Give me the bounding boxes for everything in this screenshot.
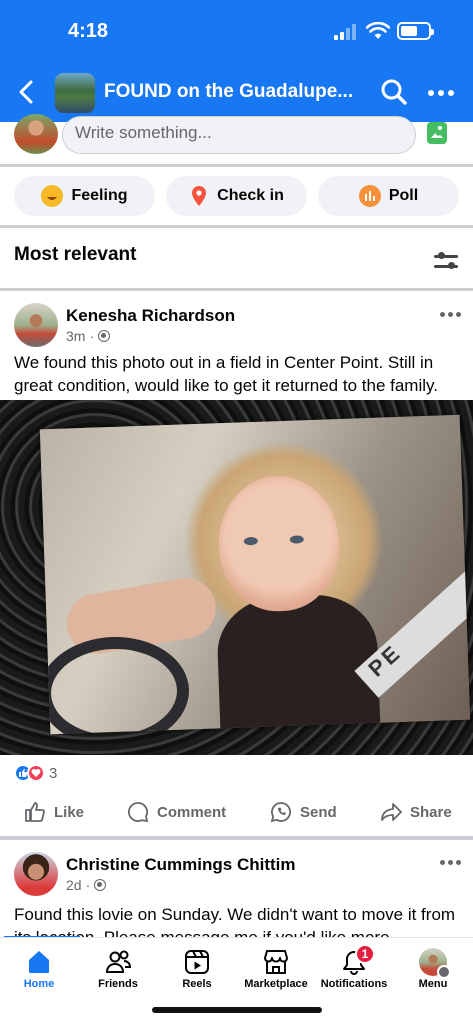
tab-marketplace[interactable]: Marketplace — [231, 946, 321, 990]
reaction-count: 3 — [49, 764, 58, 782]
wifi-icon — [366, 22, 390, 39]
tab-label: Reels — [182, 978, 212, 990]
friends-icon — [105, 950, 132, 973]
quick-actions: Feeling Check in Poll — [0, 167, 473, 225]
check-in-label: Check in — [217, 187, 284, 204]
tab-label: Marketplace — [244, 978, 308, 990]
reactions-summary[interactable]: 3 — [14, 764, 57, 782]
home-icon — [29, 951, 49, 973]
home-indicator — [152, 1007, 322, 1013]
send-button[interactable]: Send — [270, 801, 337, 823]
photo-icon[interactable] — [427, 122, 447, 144]
write-something-input[interactable]: Write something... — [62, 116, 416, 154]
steering-wheel — [39, 634, 191, 735]
back-arrow-icon[interactable] — [12, 76, 42, 108]
top-bar: 4:18 FOUND on the Guadalupe... — [0, 0, 473, 122]
battery-icon — [397, 22, 434, 40]
tab-friends[interactable]: Friends — [73, 946, 163, 990]
check-in-button[interactable]: Check in — [166, 176, 307, 216]
feeling-label: Feeling — [71, 187, 128, 204]
thumbs-up-icon — [25, 802, 45, 822]
love-reaction-icon — [27, 764, 45, 782]
like-button[interactable]: Like — [24, 801, 84, 823]
like-label: Like — [54, 803, 85, 821]
share-button[interactable]: Share — [380, 801, 452, 823]
comment-button[interactable]: Comment — [127, 801, 226, 823]
avatar[interactable] — [14, 114, 58, 154]
poll-label: Poll — [388, 187, 419, 204]
globe-icon — [94, 879, 107, 891]
share-label: Share — [410, 803, 452, 821]
tab-reels[interactable]: Reels — [152, 946, 242, 990]
post-more-icon[interactable] — [440, 312, 461, 317]
post-author[interactable]: Kenesha Richardson — [66, 306, 235, 326]
feed-sort-bar: Most relevant — [0, 228, 473, 288]
post-more-icon[interactable] — [440, 860, 461, 865]
post-photo[interactable]: PE — [0, 400, 473, 755]
divider — [0, 288, 473, 291]
post-meta: 2d · — [66, 877, 107, 893]
send-label: Send — [300, 803, 337, 821]
post-composer: Write something... — [0, 114, 473, 164]
avatar[interactable] — [14, 303, 58, 347]
status-time: 4:18 — [68, 20, 109, 42]
share-icon — [381, 803, 402, 821]
comment-label: Comment — [157, 803, 227, 821]
tab-label: Friends — [98, 978, 138, 990]
group-nav: FOUND on the Guadalupe... — [0, 62, 473, 122]
poll-button[interactable]: Poll — [318, 176, 459, 216]
tab-notifications[interactable]: 1 Notifications — [309, 944, 399, 990]
avatar[interactable] — [14, 852, 58, 896]
menu-avatar-icon — [419, 948, 451, 979]
photo-print: PE — [39, 414, 471, 735]
tab-home[interactable]: Home — [0, 946, 84, 990]
reels-icon — [185, 950, 209, 974]
comment-icon — [128, 802, 149, 823]
group-thumbnail[interactable] — [55, 73, 95, 113]
post-author[interactable]: Christine Cummings Chittim — [66, 855, 296, 875]
post-text: We found this photo out in a field in Ce… — [14, 353, 438, 395]
tab-label: Home — [23, 978, 55, 990]
location-pin-icon — [192, 186, 207, 206]
whatsapp-icon — [270, 802, 291, 823]
tab-label: Menu — [418, 978, 448, 990]
feeling-button[interactable]: Feeling — [14, 176, 155, 216]
search-icon[interactable] — [380, 78, 408, 106]
notification-badge: 1 — [355, 944, 375, 964]
globe-icon — [98, 330, 111, 342]
poll-icon — [358, 185, 381, 207]
group-title[interactable]: FOUND on the Guadalupe... — [104, 81, 353, 103]
tab-menu[interactable]: Menu — [388, 946, 473, 990]
smiley-icon — [41, 185, 64, 207]
post-meta: 3m · — [66, 328, 111, 344]
divider — [0, 836, 473, 840]
marketplace-icon — [264, 950, 288, 974]
post-text: Found this lovie on Sunday. We didn't wa… — [14, 905, 456, 937]
post-actions: Like Comment Send Share — [0, 796, 473, 830]
sort-label[interactable]: Most relevant — [14, 244, 136, 266]
post-time: 2d — [66, 877, 82, 893]
filter-icon[interactable] — [434, 250, 458, 272]
post-time: 3m — [66, 328, 86, 344]
tab-label: Notifications — [320, 978, 388, 990]
more-options-icon[interactable] — [428, 90, 454, 96]
cellular-signal-icon — [334, 24, 356, 40]
status-bar: 4:18 — [0, 0, 473, 62]
